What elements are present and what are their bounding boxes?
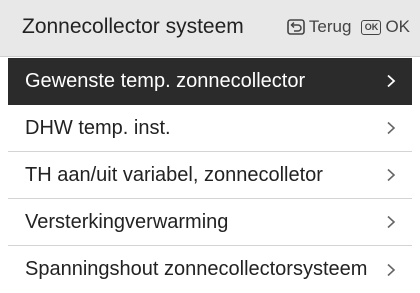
- menu-item-desired-collector-temp[interactable]: Gewenste temp. zonnecollector: [8, 58, 412, 105]
- menu-item-label: DHW temp. inst.: [25, 116, 171, 139]
- ok-key-icon: OK: [361, 19, 382, 35]
- chevron-right-icon: [386, 215, 396, 229]
- header-actions: Terug OK OK: [287, 17, 410, 37]
- chevron-right-icon: [386, 121, 396, 135]
- chevron-right-icon: [386, 168, 396, 182]
- ok-label: OK: [385, 17, 410, 36]
- menu-item-label: Spanningshout zonnecollectorsysteem: [25, 258, 368, 280]
- menu-item-booster-heating[interactable]: Versterkingverwarming: [8, 199, 412, 246]
- menu-item-th-on-off-variable[interactable]: TH aan/uit variabel, zonnecolletor: [8, 152, 412, 199]
- chevron-right-icon: [386, 74, 396, 88]
- menu-item-label: Versterkingverwarming: [25, 210, 229, 233]
- header-bar: Zonnecollector systeem Terug OK OK: [0, 0, 420, 57]
- menu-item-dhw-temp[interactable]: DHW temp. inst.: [8, 105, 412, 152]
- back-label: Terug: [308, 17, 352, 36]
- page-title: Zonnecollector systeem: [22, 15, 244, 38]
- menu-list: Gewenste temp. zonnecollector DHW temp. …: [0, 57, 420, 293]
- ok-button[interactable]: OK OK: [361, 17, 410, 37]
- chevron-right-icon: [386, 263, 396, 277]
- back-button[interactable]: Terug: [287, 17, 352, 37]
- menu-item-label: TH aan/uit variabel, zonnecolletor: [25, 163, 323, 186]
- back-arrow-icon: [287, 19, 305, 35]
- menu-item-partial[interactable]: Spanningshout zonnecollectorsysteem: [8, 246, 412, 293]
- menu-item-label: Gewenste temp. zonnecollector: [25, 69, 306, 92]
